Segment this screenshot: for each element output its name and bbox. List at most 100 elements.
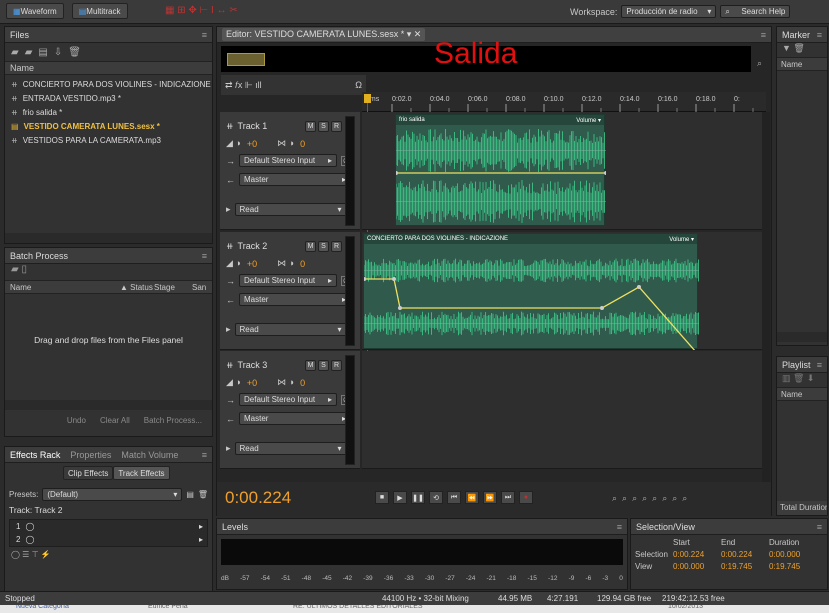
file-item[interactable]: ⧺ CONCIERTO PARA DOS VIOLINES - INDICAZIO… [5,77,212,91]
envelope-keyframe[interactable] [398,306,402,310]
track-name[interactable]: Track 3 [238,360,268,371]
editor-tab[interactable]: Editor: VESTIDO CAMERATA LUNES.sesx * ▾ … [222,28,426,41]
tab-effects-rack[interactable]: Effects Rack [10,450,60,460]
track-grip-icon[interactable]: ⧺ [226,241,234,252]
record-button[interactable]: ● [519,491,533,504]
track-output-select[interactable]: Master ▸ [239,173,351,186]
waveform-tab[interactable]: ▦ Waveform [6,3,64,19]
expand-icon[interactable]: ▸ [226,443,231,454]
zoom-controls-icon[interactable]: ⌕⌕⌕⌕⌕⌕⌕⌕ [612,493,692,504]
file-item[interactable]: ▤ VESTIDO CAMERATA LUNES.sesx * [5,119,212,133]
panel-menu-icon[interactable]: ≡ [761,30,766,40]
track-input-select[interactable]: Default Stereo Input ▸ [239,274,337,287]
skip-start-button[interactable]: ⏮ [447,491,461,504]
tab-properties[interactable]: Properties [70,450,111,460]
track-output-select[interactable]: Master ▸ [239,412,351,425]
volume-knob-icon[interactable]: ◢ ◑ [226,377,241,388]
tools-icon[interactable]: ▦ ⊞ ✥ ⊢ I ↔ ✂ [165,5,238,16]
track-header-3[interactable]: ⧺ Track 3 M S R ◢ ◑ +0 ⋈ ◑ 0 → Default S… [220,351,360,469]
headphone-icon[interactable]: Ω [355,80,362,90]
time-display[interactable]: 0:00.224 [225,488,291,508]
taskbar-item[interactable]: Eunice Peña [148,605,188,613]
selection-duration[interactable]: 0:00.000 [769,550,819,559]
trash-icon[interactable]: 🗑 [198,490,208,499]
panel-menu-icon[interactable]: ≡ [817,522,822,532]
expand-icon[interactable]: ▸ [226,204,231,215]
effect-slot-1[interactable]: 1 ◯ ▸ [10,520,207,533]
view-end[interactable]: 0:19.745 [721,562,769,571]
batch-col-status[interactable]: ▲ Status [120,283,154,292]
overview-view-box[interactable] [227,53,265,66]
panel-menu-icon[interactable]: ≡ [817,360,822,370]
volume-knob-icon[interactable]: ◢ ◑ [226,138,241,149]
automation-mode-select[interactable]: Read ▾ [234,203,347,216]
play-button[interactable]: ▶ [393,491,407,504]
batch-col-stage[interactable]: Stage [154,283,192,292]
track-grip-icon[interactable]: ⧺ [226,360,234,371]
time-ruler[interactable]: hms 0:02.0 0:04.0 0:06.0 0:08.0 0:10.0 0:12.0 0… [362,92,766,112]
presets-select[interactable]: (Default) ▾ [42,488,183,501]
track-grip-icon[interactable]: ⧺ [226,121,234,132]
fast-forward-button[interactable]: ⏩ [483,491,497,504]
multitrack-tab[interactable]: ▤ Multitrack [71,3,128,19]
pan-knob-icon[interactable]: ⋈ ◑ [277,258,294,269]
search-help-input[interactable]: ⌕ Search Help [720,5,791,18]
save-preset-icon[interactable]: ▤ [186,490,194,499]
zoom-icon[interactable]: ⌕ [757,58,762,69]
track-volume[interactable]: +0 [247,259,257,269]
file-item[interactable]: ⧺ ENTRADA VESTIDO.mp3 * [5,91,212,105]
track-volume[interactable]: +0 [247,139,257,149]
batch-process-button[interactable]: Batch Process... [144,416,202,425]
skip-end-button[interactable]: ⏭ [501,491,515,504]
markers-col-name[interactable]: Name [777,57,827,71]
batch-col-name[interactable]: Name [10,283,120,292]
view-duration[interactable]: 0:19.745 [769,562,819,571]
loop-button[interactable]: ⟲ [429,491,443,504]
solo-button[interactable]: S [318,241,329,252]
file-item[interactable]: ⧺ VESTIDOS PARA LA CAMERATA.mp3 [5,133,212,147]
markers-scrollbar[interactable] [777,332,827,342]
export-icon[interactable]: ⇩ [54,47,62,58]
pan-knob-icon[interactable]: ⋈ ◑ [277,138,294,149]
playlist-total-duration[interactable]: Total Duration [777,501,827,515]
record-arm-button[interactable]: R [331,360,342,371]
tab-match-volume[interactable]: Match Volume [121,450,178,460]
taskbar-item[interactable]: Nueva Categoría [16,605,69,613]
record-arm-button[interactable]: R [331,121,342,132]
batch-scrollbar[interactable] [5,400,212,410]
automation-mode-select[interactable]: Read ▾ [234,442,347,455]
mute-button[interactable]: M [305,121,316,132]
import-icon[interactable]: ▰ [25,47,33,58]
track-header-2[interactable]: ⧺ Track 2 M S R ◢ ◑ +0 ⋈ ◑ 0 → Default S… [220,232,360,350]
undo-button[interactable]: Undo [67,416,86,425]
track-output-select[interactable]: Master ▸ [239,293,351,306]
track-lane-3[interactable] [362,351,766,469]
taskbar-item[interactable]: 10/02/2013 [668,605,703,613]
track-pan[interactable]: 0 [300,139,305,149]
clear-all-button[interactable]: Clear All [100,416,130,425]
panel-menu-icon[interactable]: ≡ [202,450,207,460]
effect-slot-2[interactable]: 2 ◯ ▸ [10,533,207,546]
stop-button[interactable]: ■ [375,491,389,504]
track-pan[interactable]: 0 [300,259,305,269]
track-input-select[interactable]: Default Stereo Input ▸ [239,154,337,167]
selection-start[interactable]: 0:00.224 [673,550,721,559]
track-input-select[interactable]: Default Stereo Input ▸ [239,393,337,406]
marker-add-icon[interactable]: ▼ 🗑 [777,43,827,57]
record-arm-button[interactable]: R [331,241,342,252]
mute-button[interactable]: M [305,241,316,252]
track-effects-tab[interactable]: Track Effects [113,466,170,480]
expand-icon[interactable]: ▸ [226,324,231,335]
panel-menu-icon[interactable]: ≡ [817,30,822,40]
envelope-keyframe[interactable] [637,285,641,289]
solo-button[interactable]: S [318,360,329,371]
clip-param-menu[interactable]: Volume ▾ [669,236,694,243]
rewind-button[interactable]: ⏪ [465,491,479,504]
track-name[interactable]: Track 1 [238,121,268,132]
selection-end[interactable]: 0:00.224 [721,550,769,559]
panel-menu-icon[interactable]: ≡ [617,522,622,532]
folder-icon[interactable]: ▰ [11,47,19,58]
playlist-col-name[interactable]: Name [777,387,827,401]
power-icon[interactable]: ◯ [25,535,34,544]
workspace-select[interactable]: Producción de radio ▾ [621,5,717,18]
